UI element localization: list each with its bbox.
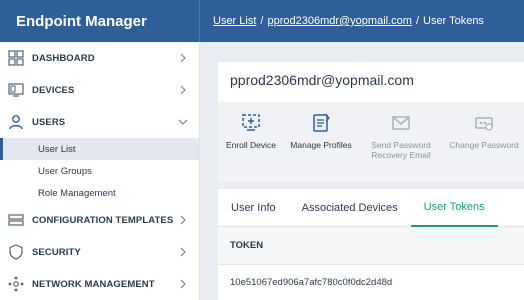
- tab-bar: User Info Associated Devices User Tokens: [218, 189, 524, 227]
- manage-profiles-button[interactable]: Manage Profiles: [284, 102, 358, 182]
- chevron-right-icon: [180, 53, 186, 63]
- tabs-card: User Info Associated Devices User Tokens…: [218, 189, 524, 300]
- breadcrumb-current: User Tokens: [423, 15, 484, 27]
- change-password-icon: [473, 112, 495, 134]
- enroll-device-button[interactable]: Enroll Device: [218, 102, 284, 182]
- dashboard-icon: [8, 50, 24, 66]
- sidebar-item-label: CONFIGURATION TEMPLATES: [32, 214, 174, 226]
- action-toolbar: Enroll Device Manage Profiles Send Passw…: [218, 102, 524, 182]
- sidebar-item-label: DASHBOARD: [32, 52, 95, 64]
- envelope-icon: [390, 112, 412, 134]
- send-password-recovery-email-button: Send Password Recovery Email: [358, 102, 444, 182]
- tab-user-info[interactable]: User Info: [218, 189, 289, 227]
- page-title: pprod2306mdr@yopmail.com: [230, 72, 414, 88]
- send-password-recovery-email-label: Send Password Recovery Email: [371, 140, 431, 160]
- sidebar-item-network-management[interactable]: NETWORK MANAGEMENT: [0, 268, 199, 300]
- breadcrumb-separator: /: [260, 15, 264, 27]
- column-header-token: TOKEN: [218, 227, 524, 265]
- sidebar-item-label: USERS: [32, 116, 66, 128]
- shield-icon: [8, 244, 24, 260]
- manage-profiles-icon: [310, 112, 332, 134]
- user-icon: [8, 114, 24, 130]
- sidebar-item-users[interactable]: USERS: [0, 106, 199, 138]
- configuration-icon: [8, 212, 24, 228]
- sidebar-item-devices[interactable]: DEVICES: [0, 74, 199, 106]
- top-bar: Endpoint Manager User List / pprod2306md…: [0, 0, 524, 42]
- table-row: 10e51067ed906a7afc780c0f0dc2d48d: [230, 276, 393, 288]
- sidebar: DASHBOARD DEVICES USERS User List User G…: [0, 42, 200, 300]
- main-content: pprod2306mdr@yopmail.com Enroll Device M…: [200, 42, 524, 300]
- user-header-card: pprod2306mdr@yopmail.com Enroll Device M…: [218, 62, 524, 182]
- network-icon: [8, 276, 24, 292]
- sidebar-item-label: SECURITY: [32, 246, 81, 258]
- tab-associated-devices[interactable]: Associated Devices: [289, 189, 411, 227]
- enroll-device-label: Enroll Device: [225, 140, 277, 150]
- breadcrumb-user-email[interactable]: pprod2306mdr@yopmail.com: [267, 15, 411, 27]
- sidebar-item-dashboard[interactable]: DASHBOARD: [0, 42, 199, 74]
- breadcrumb-user-list[interactable]: User List: [213, 15, 256, 27]
- manage-profiles-label: Manage Profiles: [290, 140, 352, 150]
- devices-icon: [8, 82, 24, 98]
- sidebar-item-configuration-templates[interactable]: CONFIGURATION TEMPLATES: [0, 204, 199, 236]
- app-title: Endpoint Manager: [0, 0, 200, 42]
- sidebar-subitem-user-list[interactable]: User List: [0, 138, 199, 160]
- change-password-button: Change Password: [444, 102, 524, 182]
- sidebar-item-label: DEVICES: [32, 84, 75, 96]
- breadcrumb: User List / pprod2306mdr@yopmail.com / U…: [213, 0, 484, 42]
- enroll-device-icon: [240, 112, 262, 134]
- breadcrumb-separator: /: [415, 15, 419, 27]
- chevron-right-icon: [180, 85, 186, 95]
- sidebar-item-security[interactable]: SECURITY: [0, 236, 199, 268]
- chevron-down-icon: [178, 119, 188, 125]
- change-password-label: Change Password: [449, 140, 519, 150]
- chevron-right-icon: [180, 279, 186, 289]
- tab-user-tokens[interactable]: User Tokens: [410, 189, 498, 227]
- sidebar-item-label: NETWORK MANAGEMENT: [32, 278, 155, 290]
- sidebar-subitem-user-groups[interactable]: User Groups: [0, 160, 199, 182]
- sidebar-subitem-role-management[interactable]: Role Management: [0, 182, 199, 204]
- chevron-right-icon: [180, 215, 186, 225]
- chevron-right-icon: [180, 247, 186, 257]
